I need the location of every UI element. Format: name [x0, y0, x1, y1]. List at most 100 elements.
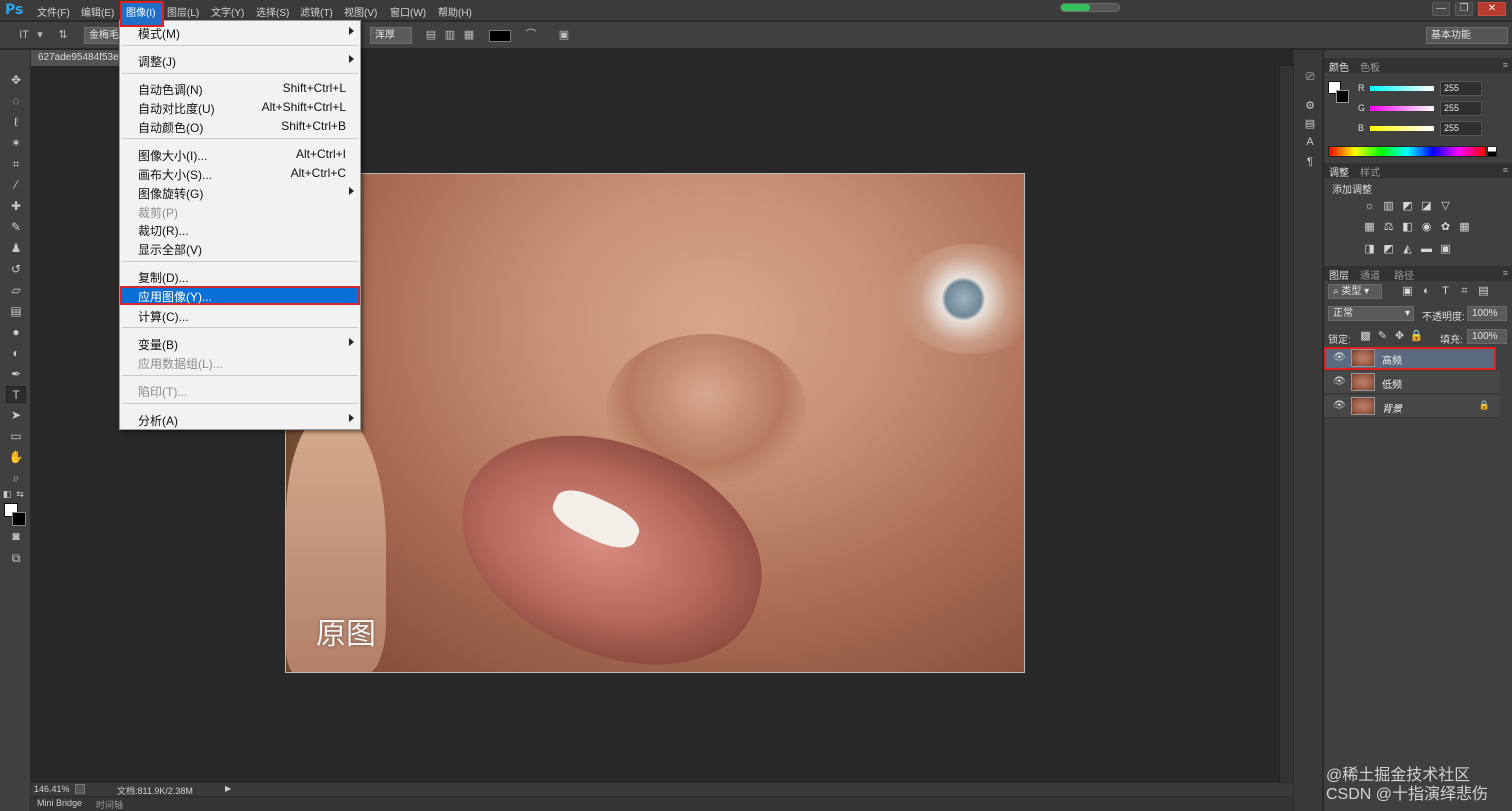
curves-icon[interactable]: ◩ — [1400, 200, 1415, 213]
visibility-eye-icon[interactable]: 👁 — [1333, 400, 1346, 411]
filter-shape-icon[interactable]: ⌗ — [1457, 285, 1472, 298]
menu-select[interactable]: 选择(S) — [256, 4, 289, 19]
eraser-tool-icon[interactable]: ▱ — [6, 282, 26, 299]
filter-smart-object-icon[interactable]: ▤ — [1476, 285, 1491, 298]
default-colors-icon[interactable]: ◧ — [2, 486, 12, 503]
orientation-toggle-icon[interactable]: ⇅ — [56, 29, 70, 42]
menu-file[interactable]: 文件(F) — [37, 4, 70, 19]
exposure-icon[interactable]: ◪ — [1419, 200, 1434, 213]
layer-row-background[interactable]: 👁 背景 🔒 — [1324, 395, 1500, 418]
brush-tool-icon[interactable]: ✎ — [6, 219, 26, 236]
menu-item-auto-contrast[interactable]: 自动对比度(U) Alt+Shift+Ctrl+L — [120, 98, 360, 117]
color-lookup-icon[interactable]: ▦ — [1457, 221, 1472, 234]
text-color-swatch[interactable] — [489, 30, 511, 42]
tab-adjustments[interactable]: 调整 — [1329, 164, 1349, 179]
character-panel-icon[interactable]: ▣ — [557, 29, 571, 42]
menu-image[interactable]: 图像(I) — [126, 4, 155, 19]
gradient-tool-icon[interactable]: ▤ — [6, 303, 26, 320]
history-panel-icon[interactable]: ⎚ — [1302, 69, 1318, 85]
panel-menu-icon[interactable]: ≡ — [1503, 165, 1508, 175]
lock-transparent-pixels-icon[interactable]: ▩ — [1358, 330, 1373, 343]
filter-pixel-icon[interactable]: ▣ — [1400, 285, 1415, 298]
zoom-tool-icon[interactable]: ⌕ — [6, 470, 26, 487]
red-slider-track[interactable] — [1370, 86, 1434, 91]
tab-timeline[interactable]: 时间轴 — [96, 798, 123, 811]
red-value-field[interactable]: 255 — [1440, 81, 1482, 96]
lasso-tool-icon[interactable]: ℓ — [6, 114, 26, 131]
hue-saturation-icon[interactable]: ▦ — [1362, 221, 1377, 234]
history-brush-tool-icon[interactable]: ↺ — [6, 261, 26, 278]
close-button[interactable]: ✕ — [1478, 2, 1506, 16]
panel-menu-icon[interactable]: ≡ — [1503, 60, 1508, 70]
antialias-select[interactable]: 浑厚 — [370, 27, 412, 44]
minimize-button[interactable]: — — [1432, 2, 1450, 16]
filter-adjustment-icon[interactable]: ◐ — [1419, 285, 1434, 298]
swap-colors-icon[interactable]: ⇆ — [15, 486, 25, 503]
menu-view[interactable]: 视图(V) — [344, 4, 377, 19]
crop-tool-icon[interactable]: ⌗ — [6, 156, 26, 173]
path-selection-tool-icon[interactable]: ➤ — [6, 407, 26, 424]
menu-item-image-rotation[interactable]: 图像旋转(G) — [120, 183, 360, 202]
visibility-eye-icon[interactable]: 👁 — [1333, 352, 1346, 363]
tab-styles[interactable]: 样式 — [1360, 164, 1380, 179]
levels-icon[interactable]: ▥ — [1381, 200, 1396, 213]
gradient-map-icon[interactable]: ▬ — [1419, 243, 1434, 256]
menu-item-variables[interactable]: 变量(B) — [120, 334, 360, 353]
pen-tool-icon[interactable]: ✒ — [6, 366, 26, 383]
hand-tool-icon[interactable]: ✋ — [6, 449, 26, 466]
info-panel-icon[interactable]: ▤ — [1302, 116, 1318, 132]
blue-slider[interactable]: B 255 — [1324, 120, 1512, 138]
menu-item-adjustments[interactable]: 调整(J) — [120, 51, 360, 70]
align-center-icon[interactable]: ▥ — [443, 29, 457, 42]
magic-wand-tool-icon[interactable]: ✶ — [6, 135, 26, 152]
eyedropper-tool-icon[interactable]: ⁄ — [6, 177, 26, 194]
menu-item-trim[interactable]: 裁切(R)... — [120, 220, 360, 239]
lock-position-icon[interactable]: ✥ — [1392, 330, 1407, 343]
panel-menu-icon[interactable]: ≡ — [1503, 268, 1508, 278]
menu-item-apply-image[interactable]: 应用图像(Y)... — [120, 286, 360, 305]
brightness-contrast-icon[interactable]: ☼ — [1362, 200, 1377, 213]
fill-field[interactable]: 100% — [1467, 329, 1507, 344]
color-spectrum-ramp[interactable] — [1328, 146, 1486, 157]
visibility-eye-icon[interactable]: 👁 — [1333, 376, 1346, 387]
zoom-level[interactable]: 146.41% — [34, 784, 70, 794]
vibrance-icon[interactable]: ▽ — [1438, 200, 1453, 213]
black-white-icon[interactable]: ◧ — [1400, 221, 1415, 234]
red-slider[interactable]: R 255 — [1324, 80, 1512, 98]
menu-item-auto-color[interactable]: 自动颜色(O) Shift+Ctrl+B — [120, 117, 360, 136]
layer-row-low-frequency[interactable]: 👁 低频 — [1324, 371, 1500, 394]
font-family-field[interactable]: 金梅毛 — [84, 27, 120, 44]
lock-image-pixels-icon[interactable]: ✎ — [1375, 330, 1390, 343]
menu-item-calculations[interactable]: 计算(C)... — [120, 306, 360, 325]
tool-preset-chevron-icon[interactable]: ▾ — [36, 29, 44, 42]
menu-type[interactable]: 文字(Y) — [211, 4, 244, 19]
channel-mixer-icon[interactable]: ✿ — [1438, 221, 1453, 234]
workspace-select[interactable]: 基本功能 — [1426, 27, 1508, 44]
status-menu-arrow-icon[interactable]: ▶ — [225, 784, 231, 793]
blur-tool-icon[interactable]: ● — [6, 324, 26, 341]
type-tool-icon[interactable]: T — [6, 386, 26, 403]
menu-help[interactable]: 帮助(H) — [438, 4, 472, 19]
invert-icon[interactable]: ◨ — [1362, 243, 1377, 256]
tab-swatches[interactable]: 色板 — [1360, 59, 1380, 74]
black-white-ramp[interactable] — [1487, 146, 1497, 157]
green-value-field[interactable]: 255 — [1440, 101, 1482, 116]
paragraph-panel-icon[interactable]: ¶ — [1302, 154, 1318, 170]
layer-row-high-frequency[interactable]: 👁 高频 — [1324, 347, 1496, 370]
type-tool-icon[interactable]: IT — [14, 29, 34, 42]
align-right-icon[interactable]: ▦ — [462, 29, 476, 42]
color-balance-icon[interactable]: ⚖ — [1381, 221, 1396, 234]
screen-mode-icon[interactable]: ⧉ — [6, 550, 26, 567]
tab-layers[interactable]: 图层 — [1329, 267, 1349, 282]
menu-item-canvas-size[interactable]: 画布大小(S)... Alt+Ctrl+C — [120, 164, 360, 183]
document-tab[interactable]: 627ade95484f53e — [31, 50, 121, 66]
healing-brush-tool-icon[interactable]: ✚ — [6, 198, 26, 215]
quick-mask-icon[interactable]: ◙ — [6, 528, 26, 545]
dodge-tool-icon[interactable]: ◐ — [6, 345, 26, 362]
selective-color-icon[interactable]: ▣ — [1438, 243, 1453, 256]
character-panel-icon[interactable]: A — [1302, 134, 1318, 150]
threshold-icon[interactable]: ◭ — [1400, 243, 1415, 256]
menu-item-duplicate[interactable]: 复制(D)... — [120, 267, 360, 286]
restore-button[interactable]: ❐ — [1455, 2, 1473, 16]
menu-window[interactable]: 窗口(W) — [390, 4, 426, 19]
